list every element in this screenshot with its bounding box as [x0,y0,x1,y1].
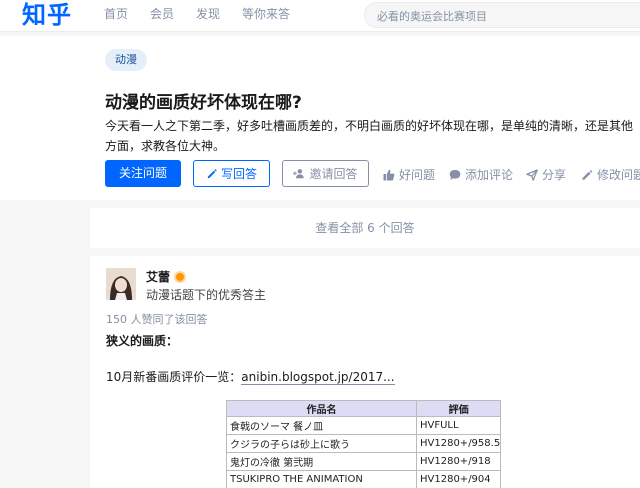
table-row: 食戟のソーマ 餐ノ皿 HVFULL [226,416,502,435]
table-cell: HV1280+/958.5 [415,434,502,453]
table-cell: HVFULL [415,416,502,435]
table-cell: HV1280+/904 [415,470,502,488]
question-title: 动漫的画质好坏体现在哪? [105,93,302,113]
table-cell: TSUKIPRO THE ANIMATION [226,470,417,488]
table-header-row: 作品名 評価 [226,400,502,417]
table-row: 鬼灯の冷徹 第弐期 HV1280+/918 [226,452,502,471]
edit-question-label: 修改问题 [597,168,640,182]
write-answer-label: 写回答 [220,167,257,181]
table-header-rating: 評価 [415,400,502,417]
share-button[interactable]: 分享 [526,166,566,183]
table-cell: クジラの子らは砂上に歌う [226,434,417,453]
add-comment-label: 添加评论 [465,168,514,182]
rating-table-image: 作品名 評価 食戟のソーマ 餐ノ皿 HVFULL クジラの子らは砂上に歌う HV… [226,400,502,488]
topic-tag[interactable]: 动漫 [105,49,147,71]
write-answer-button[interactable]: 写回答 [193,160,270,187]
add-user-icon [293,169,305,179]
question-header: 动漫 动漫的画质好坏体现在哪? 今天看一人之下第二季，好多吐槽画质差的，不明白画… [0,36,640,200]
table-cell: 食戟のソーマ 餐ノ皿 [226,416,417,435]
answer-paragraph-link: 10月新番画质评价一览：anibin.blogspot.jp/2017... [106,368,395,385]
pencil-icon [207,169,217,179]
share-icon [526,168,538,181]
answer-link-prefix: 10月新番画质评价一览： [106,370,242,384]
good-question-label: 好问题 [399,168,436,182]
nav-waiting-answers[interactable]: 等你来答 [242,6,290,22]
answer-card: 艾蕾 动漫话题下的优秀答主 150 人赞同了该回答 狭义的画质： 10月新番画质… [90,256,640,488]
answer-paragraph-heading: 狭义的画质： [106,334,179,348]
table-header-title: 作品名 [226,400,417,417]
nav-home[interactable]: 首页 [104,6,128,22]
invite-answer-button[interactable]: 邀请回答 [282,160,369,187]
thumbs-up-icon [383,169,395,180]
anibin-link[interactable]: anibin.blogspot.jp/2017... [241,370,395,385]
view-all-answers-button[interactable]: 查看全部 6 个回答 [90,208,640,248]
author-name-row: 艾蕾 [146,268,187,285]
edit-question-button[interactable]: 修改问题 [581,166,640,183]
question-description: 今天看一人之下第二季，好多吐槽画质差的，不明白画质的好坏体现在哪，是单纯的清晰，… [105,119,634,153]
excellent-answerer-badge-icon [174,270,187,283]
nav-explore[interactable]: 发现 [196,6,220,22]
table-row: クジラの子らは砂上に歌う HV1280+/958.5 [226,434,502,453]
good-question-button[interactable]: 好问题 [383,166,435,183]
comment-icon [449,169,461,180]
add-comment-button[interactable]: 添加评论 [449,166,513,183]
table-cell: 鬼灯の冷徹 第弐期 [226,452,417,471]
share-label: 分享 [542,168,567,182]
search-input[interactable]: 必看的奥运会比赛项目 [364,2,640,28]
pencil-icon [582,169,593,180]
follow-question-button[interactable]: 关注问题 [105,160,181,187]
search-placeholder: 必看的奥运会比赛项目 [377,10,487,23]
top-navbar: 知乎 首页 会员 发现 等你来答 必看的奥运会比赛项目 [0,0,640,32]
invite-answer-label: 邀请回答 [309,167,358,181]
main-nav: 首页 会员 发现 等你来答 [104,6,312,22]
author-name[interactable]: 艾蕾 [146,268,170,285]
table-cell: HV1280+/918 [415,452,502,471]
author-headline: 动漫话题下的优秀答主 [146,288,267,302]
avatar[interactable] [106,268,136,300]
nav-vip[interactable]: 会员 [150,6,174,22]
zhihu-logo[interactable]: 知乎 [22,0,72,30]
table-row: TSUKIPRO THE ANIMATION HV1280+/904 [226,470,502,488]
vote-count: 150 人赞同了该回答 [106,313,208,326]
